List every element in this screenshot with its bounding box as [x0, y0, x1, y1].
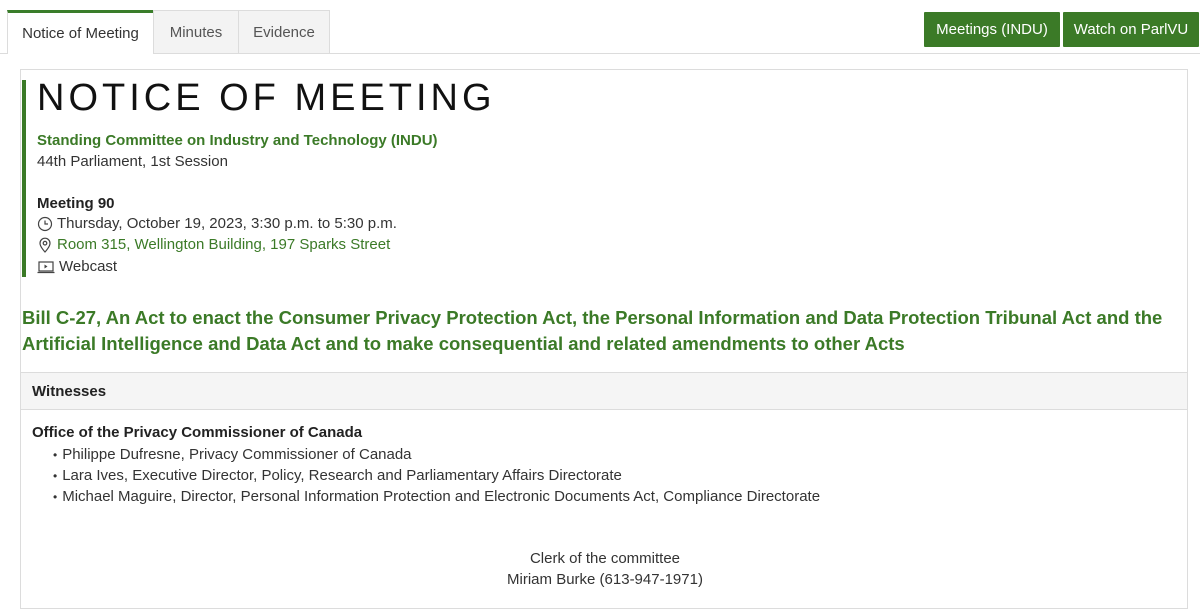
session-text: 44th Parliament, 1st Session [37, 153, 228, 170]
clerk-title: Clerk of the committee [529, 550, 681, 567]
clerk-name: Miriam Burke (613-947-1971) [507, 571, 703, 588]
webcast-text: Webcast [59, 258, 118, 275]
meeting-webcast: Webcast [37, 258, 117, 275]
tab-evidence[interactable]: Evidence [238, 10, 330, 53]
tab-minutes[interactable]: Minutes [153, 10, 239, 53]
clock-icon [37, 216, 53, 231]
meeting-location[interactable]: Room 315, Wellington Building, 197 Spark… [37, 236, 390, 253]
accent-bar [22, 80, 26, 277]
bill-title: Bill C-27, An Act to enact the Consumer … [22, 307, 1163, 354]
tab-notice-of-meeting[interactable]: Notice of Meeting [7, 10, 154, 54]
list-item: Philippe Dufresne, Privacy Commissioner … [53, 444, 820, 465]
map-pin-icon [39, 237, 51, 253]
meetings-indu-button[interactable]: Meetings (INDU) [924, 12, 1060, 47]
datetime-text: Thursday, October 19, 2023, 3:30 p.m. to… [57, 215, 397, 232]
webcast-icon [37, 260, 55, 273]
location-link[interactable]: Room 315, Wellington Building, 197 Spark… [57, 236, 390, 253]
page-title: NOTICE OF MEETING [37, 77, 496, 119]
list-item: Michael Maguire, Director, Personal Info… [53, 486, 820, 507]
meeting-datetime: Thursday, October 19, 2023, 3:30 p.m. to… [37, 215, 397, 232]
meeting-number: Meeting 90 [37, 195, 115, 212]
witness-organization: Office of the Privacy Commissioner of Ca… [32, 424, 363, 441]
witness-list: Philippe Dufresne, Privacy Commissioner … [53, 444, 820, 507]
list-item: Lara Ives, Executive Director, Policy, R… [53, 465, 820, 486]
witnesses-heading: Witnesses [32, 383, 107, 400]
committee-name[interactable]: Standing Committee on Industry and Techn… [37, 132, 438, 149]
watch-on-parlvu-button[interactable]: Watch on ParlVU [1063, 12, 1199, 47]
witnesses-header-bar [21, 372, 1187, 410]
